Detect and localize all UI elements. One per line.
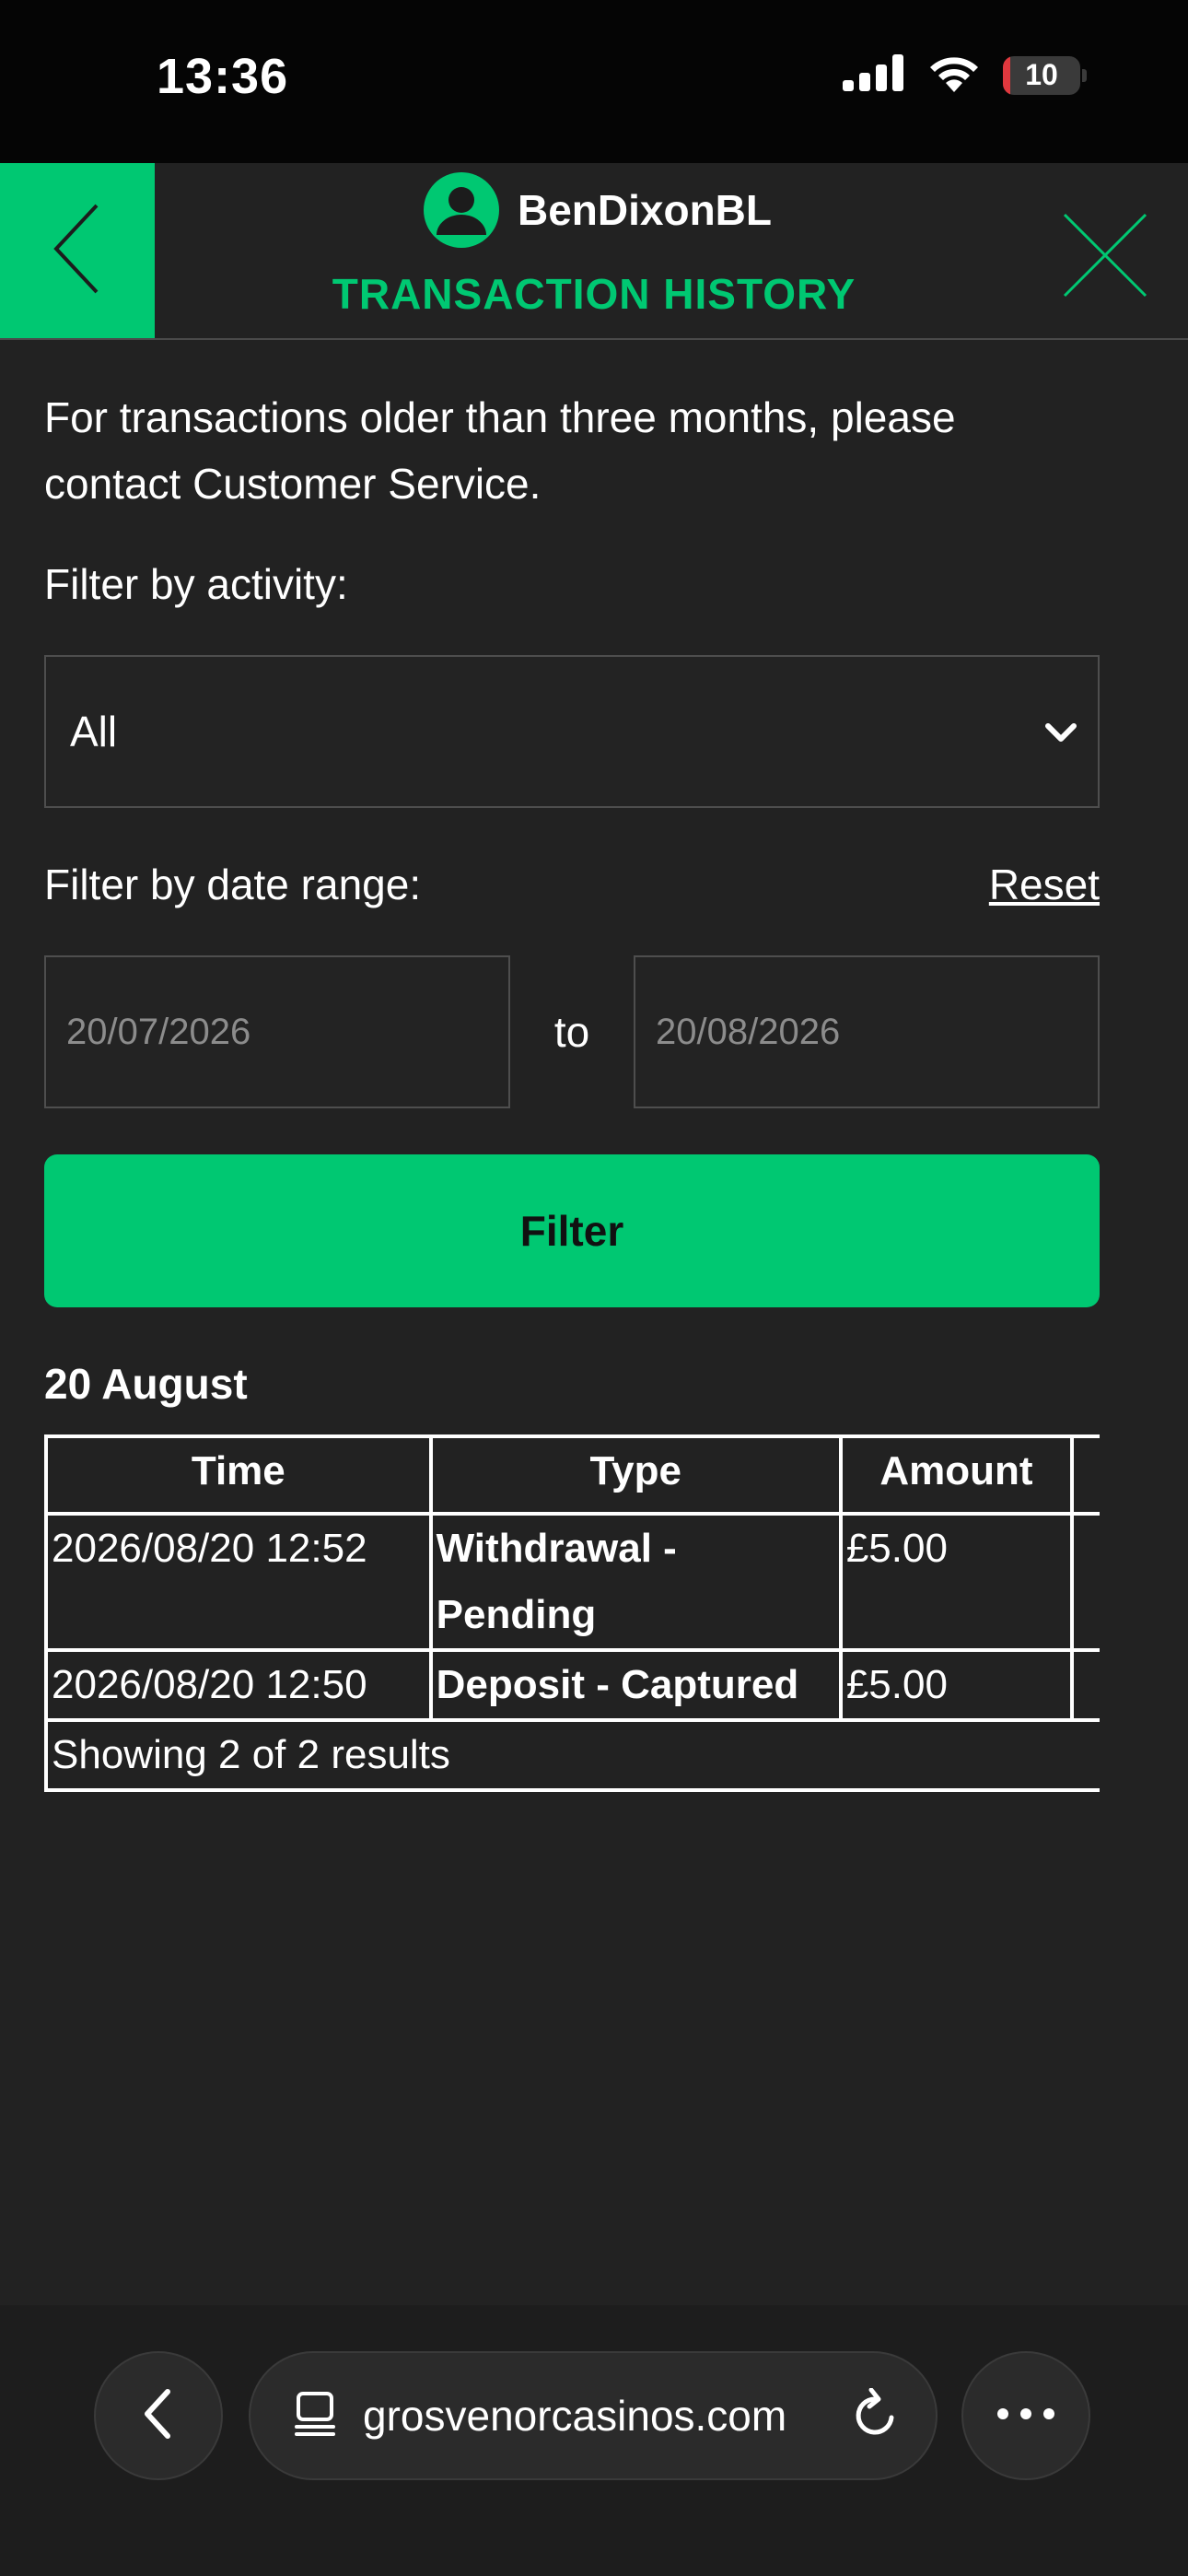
- table-row: 2026/08/20 12:52 Withdrawal - Pending £5…: [44, 1512, 1100, 1652]
- date-range-label: Filter by date range:: [44, 861, 422, 908]
- close-button[interactable]: [1059, 209, 1151, 301]
- page-menu-icon[interactable]: [293, 2390, 337, 2442]
- date-to-label: to: [553, 1008, 590, 1056]
- column-header-time: Time: [44, 1434, 433, 1516]
- column-header-extra: [1070, 1434, 1100, 1516]
- status-bar: 13:36 10: [0, 0, 1188, 163]
- transaction-history-content: For transactions older than three months…: [44, 338, 1100, 1792]
- activity-select[interactable]: All: [44, 655, 1100, 808]
- row-type: Deposit - Captured: [428, 1648, 843, 1722]
- status-time: 13:36: [157, 49, 289, 104]
- row-time: 2026/08/20 12:52: [44, 1512, 433, 1652]
- column-header-amount: Amount: [838, 1434, 1075, 1516]
- reload-icon[interactable]: [851, 2387, 899, 2444]
- browser-toolbar: grosvenorcasinos.com: [0, 2305, 1188, 2576]
- page-title: TRANSACTION HISTORY: [332, 270, 856, 318]
- signal-icon: [843, 54, 905, 96]
- status-icons: 10: [843, 53, 1087, 97]
- battery-cap: [1082, 68, 1087, 82]
- date-from-input[interactable]: [44, 955, 510, 1108]
- table-footer-row: Showing 2 of 2 results: [44, 1718, 1100, 1792]
- page-header: BenDixonBL TRANSACTION HISTORY: [0, 163, 1188, 340]
- address-bar[interactable]: grosvenorcasinos.com: [249, 2351, 938, 2480]
- url-text: grosvenorcasinos.com: [363, 2392, 787, 2440]
- browser-back-button[interactable]: [94, 2351, 223, 2480]
- chevron-down-icon: [1042, 707, 1079, 756]
- notice-text: For transactions older than three months…: [44, 393, 956, 508]
- more-dots-icon: [996, 2407, 1055, 2425]
- table-row: 2026/08/20 12:50 Deposit - Captured £5.0…: [44, 1648, 1100, 1722]
- battery-fill: [1003, 55, 1011, 95]
- wifi-icon: [927, 53, 981, 97]
- close-icon: [1059, 213, 1151, 305]
- username: BenDixonBL: [518, 186, 772, 234]
- row-extra: [1070, 1648, 1100, 1722]
- results-count: Showing 2 of 2 results: [44, 1718, 1100, 1792]
- row-time: 2026/08/20 12:50: [44, 1648, 433, 1722]
- reset-link[interactable]: Reset: [989, 860, 1100, 909]
- table-header-row: Time Type Amount: [44, 1434, 1100, 1516]
- battery-indicator: 10: [1003, 55, 1080, 95]
- section-date-heading: 20 August: [44, 1360, 248, 1408]
- row-amount: £5.00: [838, 1648, 1075, 1722]
- chevron-left-icon: [140, 2386, 177, 2446]
- user-info: BenDixonBL: [424, 172, 772, 248]
- user-avatar-icon: [424, 172, 499, 248]
- row-amount: £5.00: [838, 1512, 1075, 1652]
- battery-percent: 10: [1025, 58, 1058, 91]
- row-type: Withdrawal - Pending: [428, 1512, 843, 1652]
- date-range-inputs: to: [44, 955, 1100, 1108]
- activity-selected-value: All: [70, 708, 118, 755]
- more-options-button[interactable]: [961, 2351, 1090, 2480]
- transactions-table-container: Time Type Amount 2026/08/20 12:52 Withdr…: [44, 1434, 1100, 1792]
- transactions-table: Time Type Amount 2026/08/20 12:52 Withdr…: [44, 1434, 1100, 1792]
- date-to-input[interactable]: [634, 955, 1100, 1108]
- date-range-header: Filter by date range: Reset: [44, 860, 1100, 909]
- column-header-type: Type: [428, 1434, 843, 1516]
- activity-filter-label: Filter by activity:: [44, 560, 348, 608]
- filter-button[interactable]: Filter: [44, 1154, 1100, 1307]
- row-extra: [1070, 1512, 1100, 1652]
